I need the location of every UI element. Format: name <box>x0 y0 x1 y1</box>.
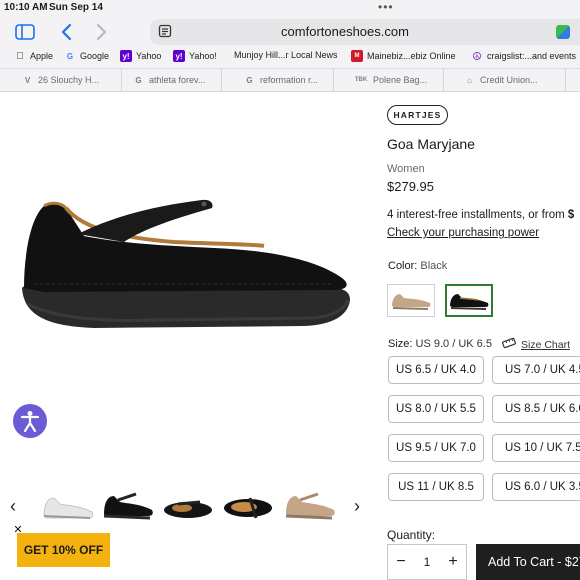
status-date: Sun Sep 14 <box>49 2 103 13</box>
tab-label: Credit Union... <box>480 75 538 85</box>
size-option[interactable]: US 8.0 / UK 5.5 <box>388 395 484 423</box>
apple-icon:  <box>14 50 26 62</box>
product-price: $279.95 <box>387 179 434 194</box>
color-label-text: Color: <box>388 260 418 272</box>
purchasing-power-link[interactable]: Check your purchasing power <box>387 227 539 239</box>
color-value: Black <box>420 260 448 272</box>
sidebar-toggle-icon[interactable] <box>14 21 36 43</box>
favorite-label: Yahoo <box>136 51 162 61</box>
mainebiz-icon: M <box>351 50 363 62</box>
tab-athleta[interactable]: G athleta forev... <box>125 69 222 91</box>
ruler-icon <box>502 337 516 352</box>
tab-slouchy[interactable]: V 26 Slouchy H... <box>14 69 122 91</box>
size-label-text: Size: <box>388 338 413 350</box>
color-label: Color: Black <box>388 260 447 272</box>
tab-label: Polene Bag... <box>373 75 428 85</box>
size-option[interactable]: US 6.0 / UK 3.5 <box>492 473 580 501</box>
favorites-bar:  Apple G Google y! Yahoo y! Yahoo! Munj… <box>0 48 580 66</box>
favorite-label: Yahoo! <box>189 51 217 61</box>
favorite-yahoo-2[interactable]: y! Yahoo! <box>173 50 217 62</box>
google-icon: G <box>66 51 74 61</box>
favorite-apple[interactable]:  Apple <box>14 50 53 62</box>
yahoo-icon: y! <box>173 50 185 62</box>
quantity-label: Quantity: <box>387 528 436 542</box>
v-icon: V <box>24 75 31 85</box>
installments-amount: $ <box>567 209 575 221</box>
multitask-dots[interactable]: ••• <box>378 0 394 14</box>
thumbnail-white[interactable] <box>40 490 96 524</box>
color-swatch-beige[interactable] <box>387 284 435 317</box>
installments-label: 4 interest-free installments, or from <box>387 209 568 221</box>
favorite-yahoo[interactable]: y! Yahoo <box>120 50 161 62</box>
thumbnail-black-side[interactable] <box>100 490 156 524</box>
thumbnail-black-angle[interactable] <box>160 490 216 524</box>
tab-polene[interactable]: TBK Polene Bag... <box>346 69 444 91</box>
url-text: comfortoneshoes.com <box>281 24 409 39</box>
google-icon: G <box>135 75 142 85</box>
size-option[interactable]: US 6.5 / UK 4.0 <box>388 356 484 384</box>
product-main-image[interactable] <box>14 196 374 344</box>
status-time: 10:10 AM <box>4 2 48 13</box>
peace-icon: ☮ <box>472 50 482 63</box>
thumbnail-prev-icon[interactable]: ‹ <box>10 496 16 517</box>
size-option[interactable]: US 7.0 / UK 4.5 <box>492 356 580 384</box>
forward-icon[interactable] <box>92 21 112 43</box>
extension-icon[interactable] <box>556 25 570 39</box>
favorite-label: craigslist:...and events <box>487 51 577 61</box>
brand-badge[interactable]: HARTJES <box>387 105 448 125</box>
size-chart-label: Size Chart <box>521 338 571 351</box>
google-icon: G <box>246 75 253 85</box>
accessibility-icon[interactable] <box>13 404 47 438</box>
product-category: Women <box>387 163 425 175</box>
tab-credit-union[interactable]: ⌂ Credit Union... <box>456 69 566 91</box>
tab-label: reformation r... <box>260 75 319 85</box>
tab-label: athleta forev... <box>149 75 206 85</box>
size-chart-link[interactable]: Size Chart <box>502 337 570 352</box>
size-value: US 9.0 / UK 6.5 <box>415 338 492 350</box>
product-title: Goa Maryjane <box>387 136 475 152</box>
bank-icon: ⌂ <box>467 75 472 85</box>
tab-label: 26 Slouchy H... <box>38 75 100 85</box>
size-option[interactable]: US 8.5 / UK 6.0 <box>492 395 580 423</box>
favorite-label: Mainebiz...ebiz Online <box>367 51 456 61</box>
tab-reformation[interactable]: G reformation r... <box>236 69 334 91</box>
browser-chrome: 10:10 AM Sun Sep 14 ••• comfortoneshoes.… <box>0 0 580 92</box>
quantity-value[interactable]: 1 <box>424 555 431 569</box>
add-to-cart-button[interactable]: Add To Cart - $27 <box>476 544 580 580</box>
quantity-stepper: − 1 + <box>387 544 467 580</box>
address-bar[interactable]: comfortoneshoes.com <box>150 19 580 45</box>
size-option[interactable]: US 9.5 / UK 7.0 <box>388 434 484 462</box>
installments-text: 4 interest-free installments, or from $ <box>387 209 574 221</box>
thumbnail-beige[interactable] <box>282 490 338 524</box>
favorite-munjoy[interactable]: Munjoy Hill...r Local News <box>234 50 338 60</box>
quantity-minus-button[interactable]: − <box>394 553 408 571</box>
favorite-mainebiz[interactable]: M Mainebiz...ebiz Online <box>351 50 456 62</box>
favorite-craigslist[interactable]: ☮ craigslist:...and events <box>471 50 577 63</box>
color-swatch-black[interactable] <box>445 284 493 317</box>
thumbnail-strip: ‹ › <box>0 490 380 524</box>
status-bar: 10:10 AM Sun Sep 14 ••• <box>0 0 580 16</box>
favorite-label: Google <box>80 51 110 61</box>
promo-button[interactable]: GET 10% OFF <box>17 533 110 567</box>
size-label: Size: US 9.0 / UK 6.5 <box>388 338 492 350</box>
tbk-icon: TBK <box>354 77 368 83</box>
favorite-label: Apple <box>30 51 54 61</box>
back-icon[interactable] <box>56 21 76 43</box>
size-option[interactable]: US 10 / UK 7.5 <box>492 434 580 462</box>
favorite-google[interactable]: G Google <box>64 50 109 62</box>
browser-toolbar: comfortoneshoes.com <box>0 18 580 46</box>
thumbnail-next-icon[interactable]: › <box>354 496 360 517</box>
tab-bar: V 26 Slouchy H... G athleta forev... G r… <box>0 68 580 91</box>
yahoo-icon: y! <box>120 50 132 62</box>
size-option[interactable]: US 11 / UK 8.5 <box>388 473 484 501</box>
thumbnail-black-top[interactable] <box>220 490 276 524</box>
product-page: ‹ › ✕ GET 10% OFF HARTJES Goa Maryjane W… <box>0 92 580 580</box>
favorite-label: Munjoy Hill...r Local News <box>234 50 338 60</box>
quantity-plus-button[interactable]: + <box>446 553 460 571</box>
